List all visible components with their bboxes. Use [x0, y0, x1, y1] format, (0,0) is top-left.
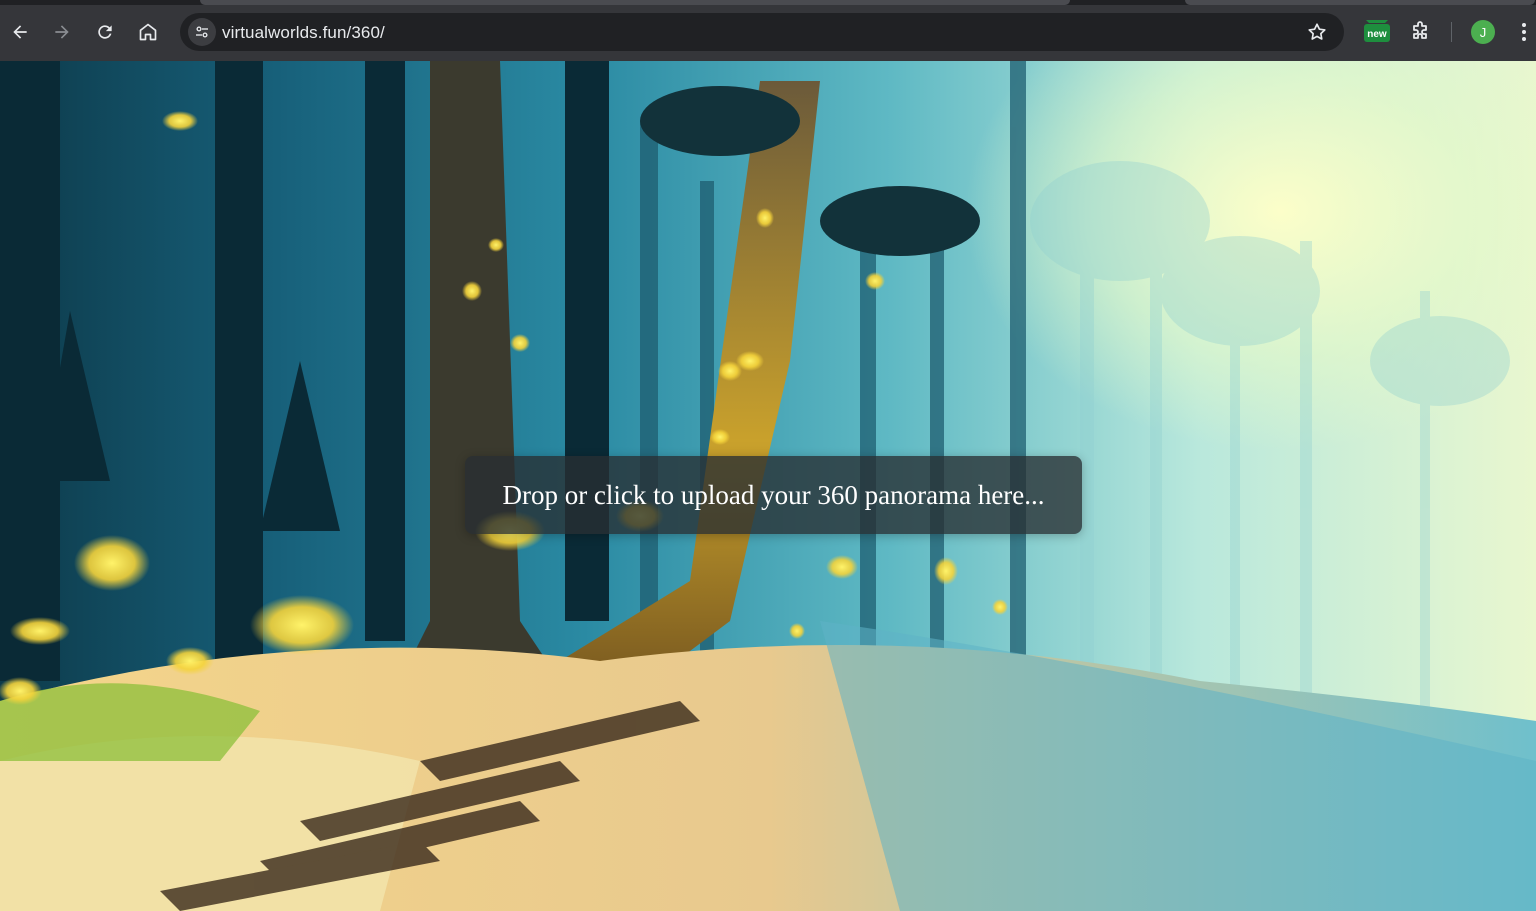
home-button[interactable] [134, 18, 162, 46]
home-icon [139, 23, 157, 41]
extensions-button[interactable] [1408, 20, 1432, 44]
back-button[interactable] [6, 18, 34, 46]
star-icon [1308, 23, 1326, 40]
tab-strip [0, 0, 1536, 5]
bookmark-button[interactable] [1306, 21, 1328, 43]
tune-icon [196, 26, 208, 38]
back-arrow-icon [13, 25, 27, 39]
panorama-viewer[interactable]: Drop or click to upload your 360 panoram… [0, 61, 1536, 911]
site-info-button[interactable] [188, 18, 216, 46]
browser-toolbar: virtualworlds.fun/360/ new J [0, 0, 1536, 61]
forward-arrow-icon [55, 25, 69, 39]
forward-button[interactable] [48, 18, 76, 46]
extension-badge: new [1367, 29, 1387, 40]
toolbar-divider [1451, 22, 1452, 42]
profile-avatar[interactable]: J [1471, 20, 1495, 44]
kebab-menu-icon [1522, 23, 1526, 27]
reload-icon [98, 25, 112, 39]
browser-menu-button[interactable] [1516, 20, 1532, 44]
upload-dropzone[interactable]: Drop or click to upload your 360 panoram… [465, 456, 1082, 534]
reload-button[interactable] [91, 18, 119, 46]
tab-active[interactable] [200, 0, 1070, 5]
upload-prompt-text: Drop or click to upload your 360 panoram… [502, 479, 1045, 510]
address-bar[interactable]: virtualworlds.fun/360/ [180, 13, 1344, 51]
puzzle-icon [1413, 21, 1427, 39]
tab-inactive[interactable] [1185, 0, 1535, 5]
extension-new-button[interactable]: new [1362, 20, 1392, 48]
url-text[interactable]: virtualworlds.fun/360/ [222, 23, 385, 43]
